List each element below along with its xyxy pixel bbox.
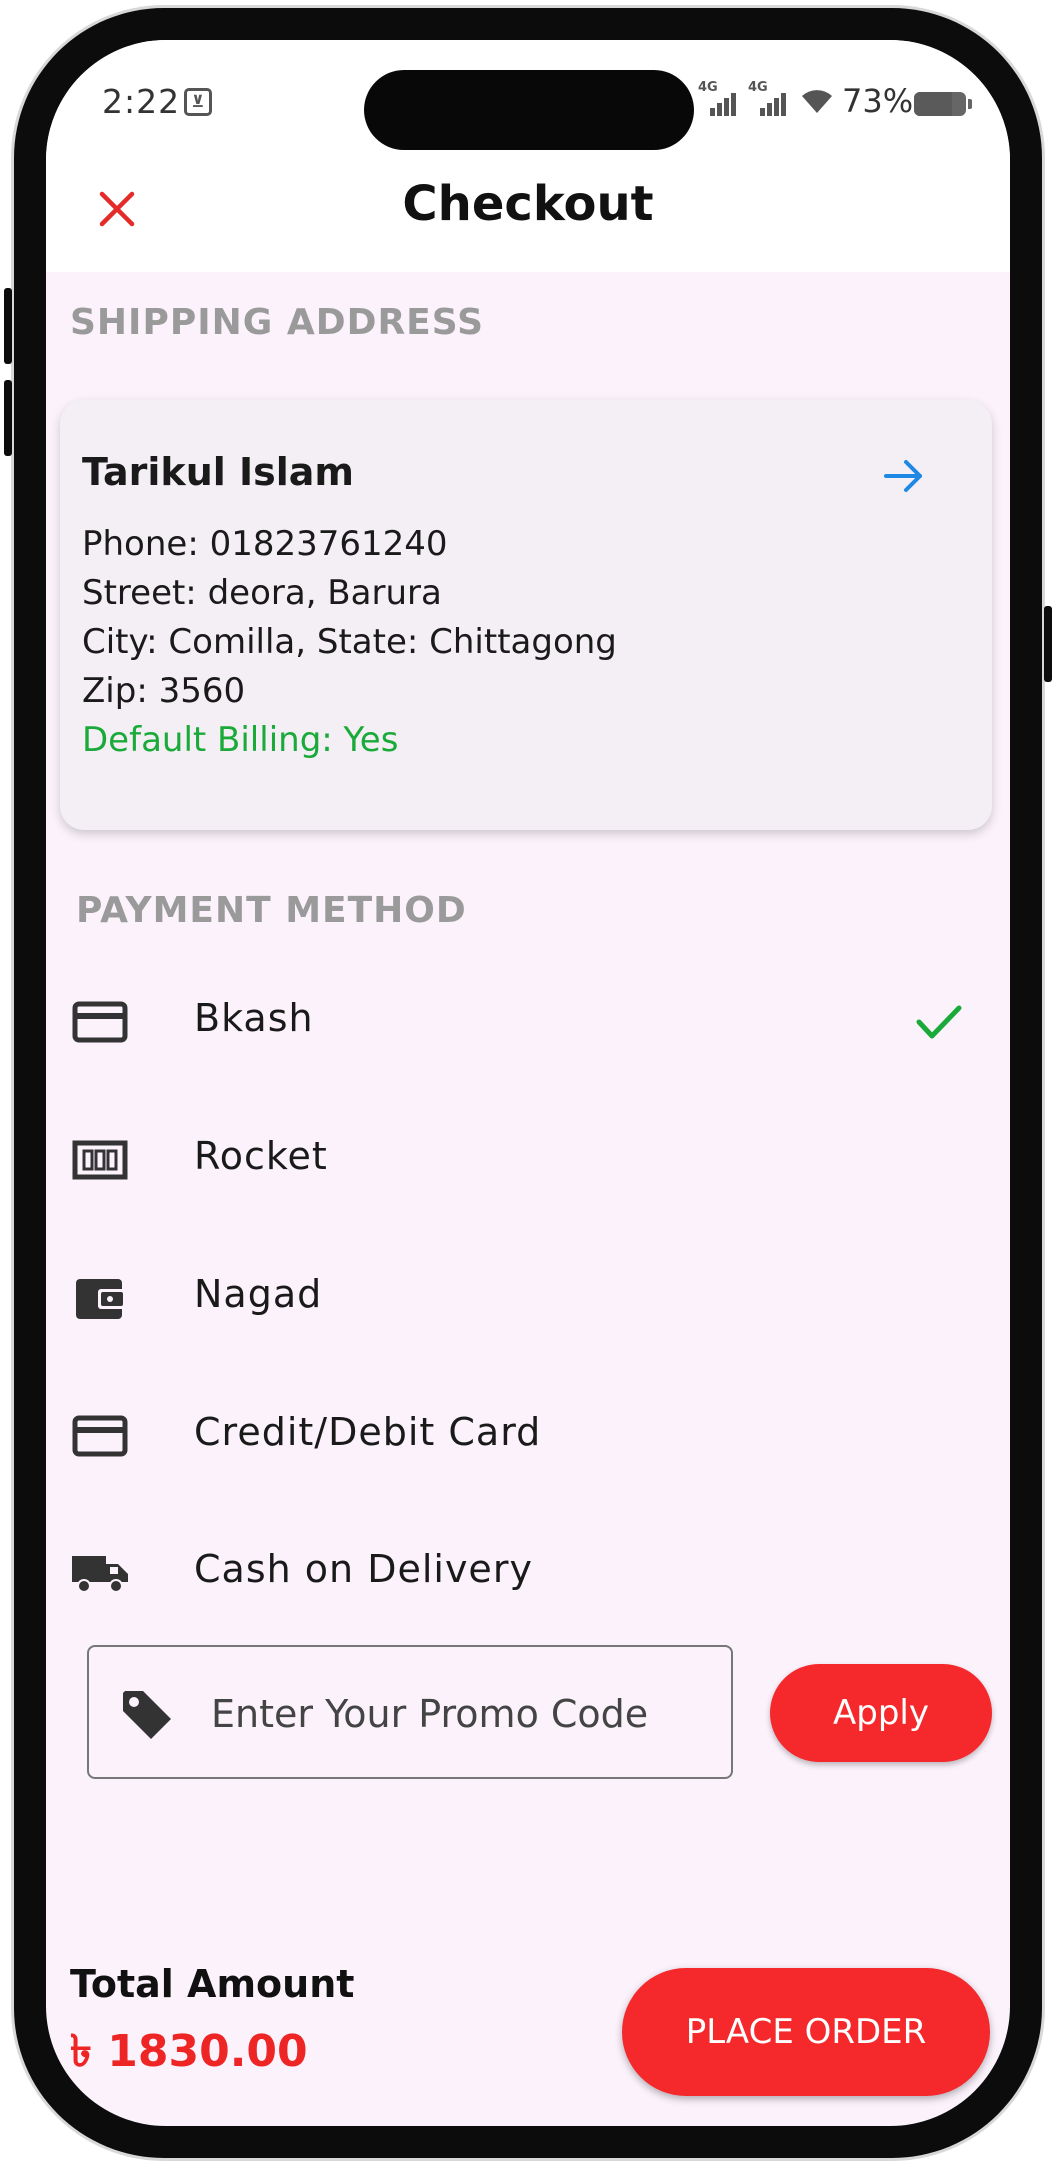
- payment-option-label: Credit/Debit Card: [194, 1410, 542, 1454]
- credit-card-icon: [72, 1415, 128, 1457]
- signal-icon: 4G: [748, 80, 788, 116]
- total-amount-value: ৳ 1830.00: [70, 2026, 308, 2077]
- payment-section-label: PAYMENT METHOD: [76, 890, 467, 931]
- place-order-button[interactable]: PLACE ORDER: [622, 1968, 990, 2096]
- battery-icon: [914, 92, 972, 116]
- shipping-section-label: SHIPPING ADDRESS: [70, 302, 485, 343]
- payment-option-cod[interactable]: Cash on Delivery: [46, 1517, 1010, 1627]
- wallet-icon: [76, 1279, 126, 1319]
- status-bar: 2:22 ⊻ 4G 4G 73%: [46, 40, 1010, 160]
- side-button: [1044, 606, 1052, 682]
- arrow-right-icon: [884, 460, 922, 492]
- payment-option-label: Bkash: [194, 996, 314, 1040]
- phone-frame: 2:22 ⊻ 4G 4G 73% Checkout SHIPPING ADDRE…: [4, 8, 1052, 2158]
- address-phone: Phone: 01823761240: [82, 524, 448, 564]
- page-title: Checkout: [402, 176, 654, 232]
- payment-option-card[interactable]: Credit/Debit Card: [46, 1380, 1010, 1490]
- payment-option-label: Rocket: [194, 1134, 328, 1178]
- payment-option-label: Nagad: [194, 1272, 323, 1316]
- checkmark-icon: [916, 1005, 962, 1039]
- address-street: Street: deora, Barura: [82, 573, 442, 613]
- address-zip: Zip: 3560: [82, 671, 246, 711]
- promo-code-input[interactable]: [209, 1671, 713, 1757]
- payment-option-label: Cash on Delivery: [194, 1547, 533, 1591]
- payment-option-bkash[interactable]: Bkash: [46, 966, 1010, 1076]
- payment-option-rocket[interactable]: Rocket: [46, 1104, 1010, 1214]
- network-label: 4G: [748, 80, 768, 95]
- signal-icon: 4G: [698, 80, 738, 116]
- truck-icon: [72, 1556, 128, 1593]
- total-amount-label: Total Amount: [70, 1962, 355, 2006]
- money-icon: [72, 1140, 128, 1180]
- side-button: [4, 288, 12, 364]
- status-time: 2:22: [102, 82, 181, 121]
- battery-percent: 73%: [842, 82, 914, 120]
- address-name: Tarikul Islam: [82, 450, 355, 494]
- dynamic-island: [364, 70, 694, 150]
- side-button: [4, 380, 12, 456]
- usb-icon: ⊻: [184, 88, 212, 116]
- app-screen: 2:22 ⊻ 4G 4G 73% Checkout SHIPPING ADDRE…: [46, 40, 1010, 2126]
- top-bar: 2:22 ⊻ 4G 4G 73% Checkout: [46, 40, 1010, 272]
- address-city-state: City: Comilla, State: Chittagong: [82, 622, 617, 662]
- wifi-icon: [800, 84, 834, 124]
- credit-card-icon: [72, 1001, 128, 1043]
- tag-icon: [123, 1691, 171, 1739]
- apply-promo-button[interactable]: Apply: [770, 1664, 992, 1762]
- network-label: 4G: [698, 80, 718, 95]
- address-edit-button[interactable]: [880, 452, 928, 500]
- shipping-address-card[interactable]: Tarikul Islam Phone: 01823761240 Street:…: [60, 400, 992, 830]
- payment-option-nagad[interactable]: Nagad: [46, 1242, 1010, 1352]
- address-default-billing: Default Billing: Yes: [82, 720, 399, 760]
- promo-code-field[interactable]: [87, 1645, 733, 1779]
